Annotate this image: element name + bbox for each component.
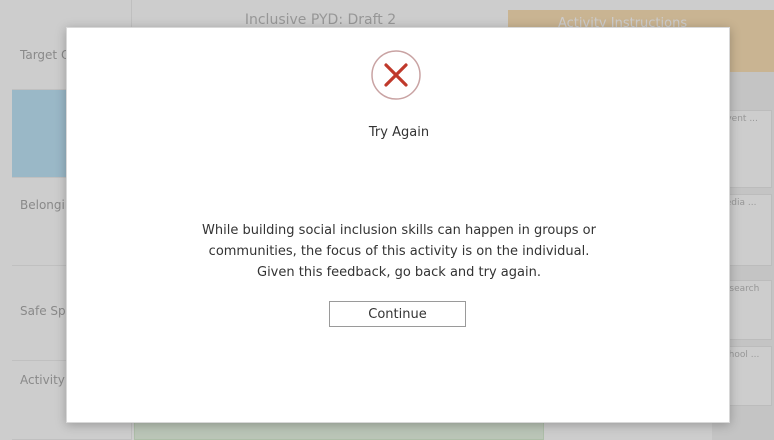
dialog-message-line: While building social inclusion skills c…: [202, 223, 596, 238]
dialog-message-line: communities, the focus of this activity …: [208, 244, 590, 259]
dialog-message-line: Given this feedback, go back and try aga…: [257, 265, 541, 280]
continue-button[interactable]: Continue: [329, 301, 466, 327]
feedback-dialog: Try Again While building social inclusio…: [66, 27, 730, 423]
dialog-title: Try Again: [368, 125, 430, 140]
close-x-circle-icon: [370, 49, 422, 101]
dialog-message: While building social inclusion skills c…: [149, 220, 649, 283]
